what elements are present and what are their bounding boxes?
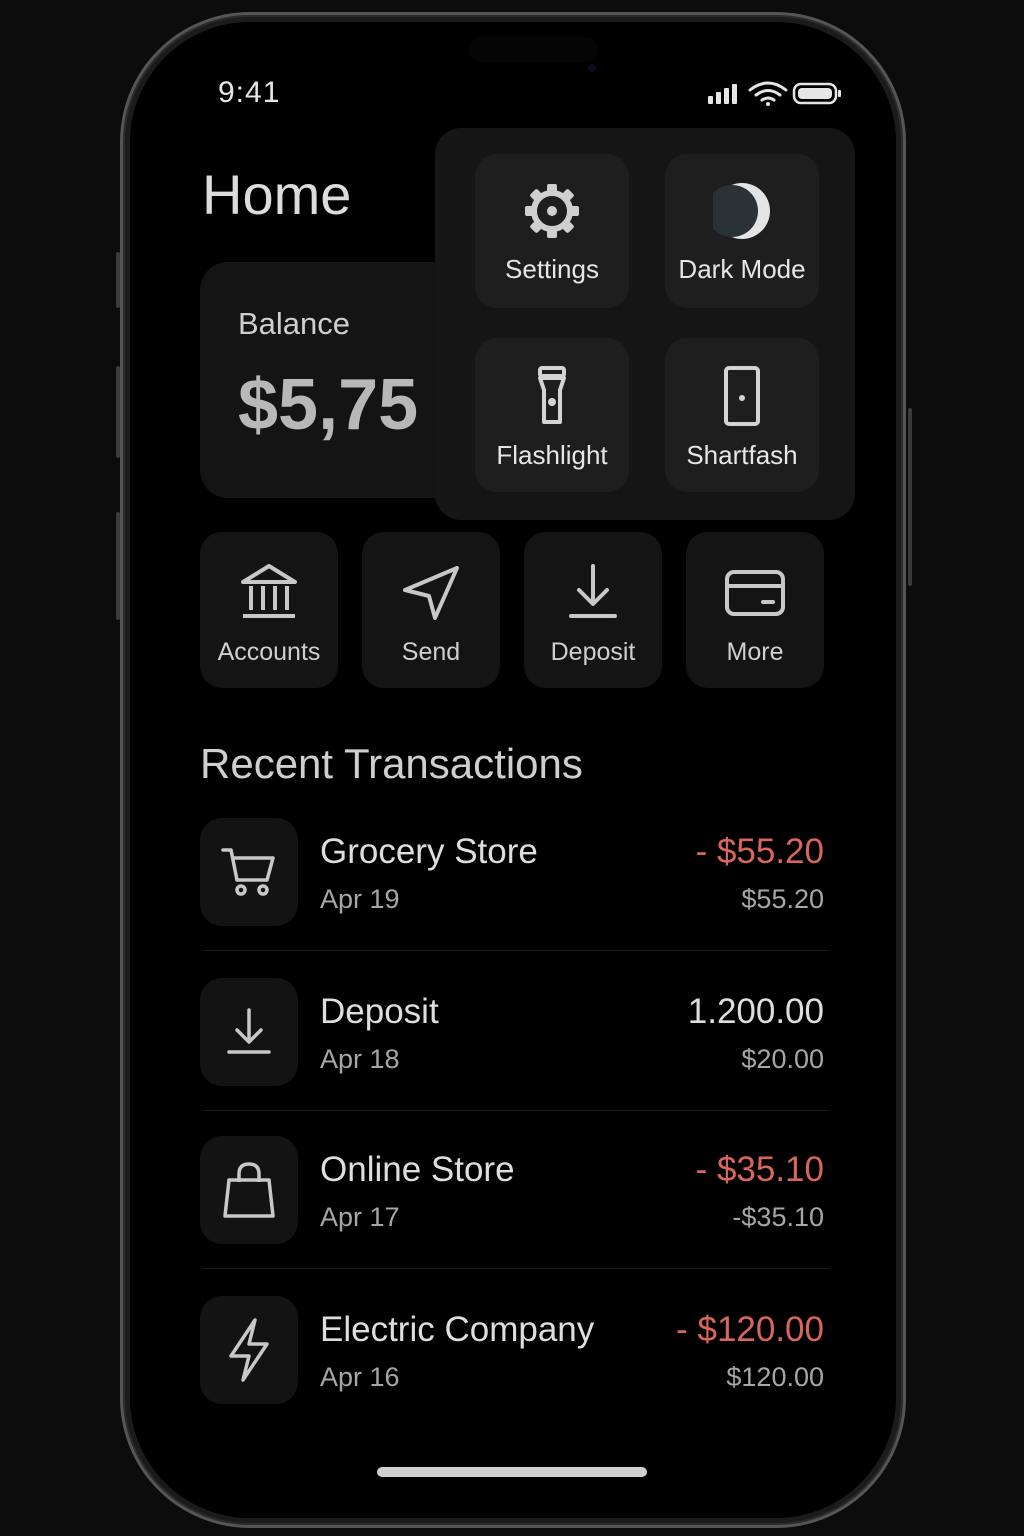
transaction-date: Apr 18 [320,1044,400,1074]
transaction-icon-box [200,818,298,926]
status-time: 9:41 [218,76,281,109]
send-label: Send [401,638,461,666]
settings-tile[interactable]: Settings [475,154,629,308]
recent-transactions-title: Recent Transactions [200,740,583,787]
download-icon [569,564,617,618]
door-icon [724,366,760,426]
transaction-name: Deposit [320,992,439,1031]
settings-label: Settings [505,254,599,284]
transaction-sub-amount: -$35.10 [732,1202,824,1232]
moon-icon [713,183,770,239]
transaction-amount: 1.200.00 [687,992,824,1031]
transaction-date: Apr 16 [320,1362,400,1392]
bolt-icon [229,1318,269,1382]
transaction-row[interactable]: Electric Company Apr 16 - $120.00 $120.0… [200,1296,826,1406]
transaction-row[interactable]: Grocery Store Apr 19 - $55.20 $55.20 [200,818,826,928]
flashlight-icon [538,366,566,424]
dark-mode-tile[interactable]: Dark Mode [665,154,819,308]
transaction-name: Electric Company [320,1310,595,1349]
accounts-label: Accounts [217,638,321,666]
divider [202,950,830,951]
transaction-amount: - $120.00 [676,1310,824,1349]
send-icon [403,566,459,620]
cart-icon [221,848,275,896]
send-button[interactable]: Send [362,532,500,688]
dark-mode-label: Dark Mode [678,254,806,284]
shartfash-tile[interactable]: Shartfash [665,338,819,492]
divider [202,1110,830,1111]
transaction-icon-box [200,978,298,1086]
balance-label: Balance [238,306,351,341]
transaction-name: Online Store [320,1150,515,1189]
quick-settings-panel: Settings Dark Mode Flashlight Shartfash [435,128,855,520]
phone-screen: 9:41 Home Balance $5,75 Settings Dark Mo… [130,22,896,1518]
transaction-name: Grocery Store [320,832,538,871]
battery-icon [792,82,841,105]
bag-icon [223,1162,275,1218]
deposit-button[interactable]: Deposit [524,532,662,688]
flashlight-label: Flashlight [496,440,608,470]
more-label: More [726,638,784,666]
wifi-icon [748,81,788,106]
gear-icon [525,184,579,238]
transaction-row[interactable]: Deposit Apr 18 1.200.00 $20.00 [200,978,826,1088]
home-indicator[interactable] [377,1467,647,1477]
front-camera [588,64,596,72]
transaction-sub-amount: $120.00 [726,1362,824,1392]
transaction-date: Apr 17 [320,1202,400,1232]
transaction-icon-box [200,1296,298,1404]
shartfash-label: Shartfash [686,440,798,470]
transaction-sub-amount: $55.20 [741,884,824,914]
bank-icon [241,564,297,618]
transaction-sub-amount: $20.00 [741,1044,824,1074]
transaction-row[interactable]: Online Store Apr 17 - $35.10 -$35.10 [200,1136,826,1246]
download-icon [227,1008,271,1054]
accounts-button[interactable]: Accounts [200,532,338,688]
power-button [908,408,912,586]
card-icon [725,570,785,616]
more-button[interactable]: More [686,532,824,688]
signal-icon [708,84,737,104]
flashlight-tile[interactable]: Flashlight [475,338,629,492]
transaction-icon-box [200,1136,298,1244]
balance-amount: $5,75 [238,365,419,445]
status-icons [708,80,842,108]
divider [202,1268,830,1269]
transaction-date: Apr 19 [320,884,400,914]
transaction-amount: - $35.10 [695,1150,824,1189]
transaction-amount: - $55.20 [695,832,824,871]
page-title: Home [202,163,352,226]
dynamic-island [468,36,598,62]
deposit-label: Deposit [550,638,636,666]
